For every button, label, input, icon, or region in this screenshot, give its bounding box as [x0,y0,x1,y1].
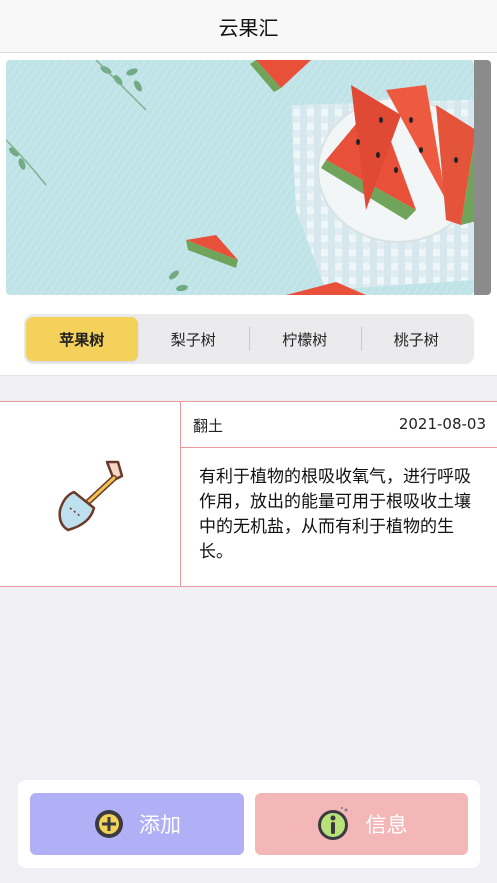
record-name: 翻土 [193,417,224,435]
page-title: 云果汇 [218,15,279,40]
info-icon [316,806,352,842]
tab-peach-tree[interactable]: 桃子树 [360,317,473,361]
tab-lemon-tree[interactable]: 柠檬树 [249,317,361,361]
banner-section [0,53,497,301]
banner-image[interactable] [6,60,474,295]
tab-pear-tree[interactable]: 梨子树 [138,317,250,361]
info-button-label: 信息 [365,813,408,837]
record-card[interactable]: 翻土 2021-08-03 有利于植物的根吸收氧气，进行呼吸作用，放出的能量可用… [0,401,497,587]
watermelon-illustration [6,60,474,295]
plus-circle-icon [93,808,125,840]
record-description: 有利于植物的根吸收氧气，进行呼吸作用，放出的能量可用于根吸收土壤中的无机盐，从而… [199,467,471,562]
add-button-label: 添加 [139,813,181,837]
tab-apple-tree[interactable]: 苹果树 [26,317,138,361]
banner-scrollbar[interactable] [474,60,491,295]
info-button[interactable]: 信息 [255,793,468,855]
record-header: 翻土 2021-08-03 [181,402,497,448]
tree-tabs-section: 苹果树 梨子树 柠檬树 桃子树 [0,301,497,376]
add-button[interactable]: 添加 [30,793,244,855]
record-date: 2021-08-03 [398,415,486,433]
nav-bar: 云果汇 [0,0,497,53]
bottom-action-bar: 添加 信息 [18,780,480,868]
record-icon-cell [0,402,181,586]
tree-segmented-control: 苹果树 梨子树 柠檬树 桃子树 [24,314,474,364]
shovel-icon [58,460,124,532]
